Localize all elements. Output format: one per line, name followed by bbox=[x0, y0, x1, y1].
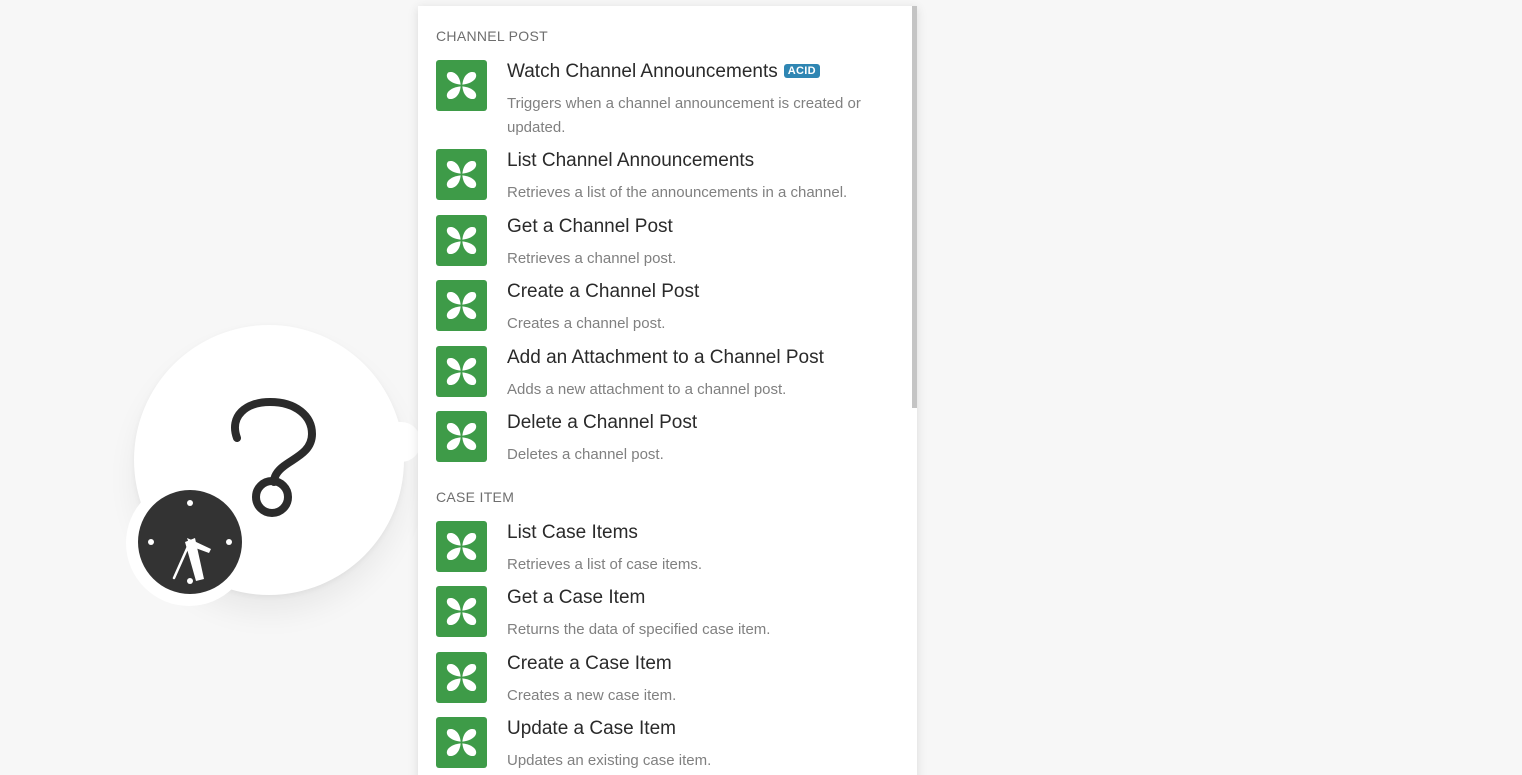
butterfly-icon bbox=[446, 291, 477, 320]
butterfly-icon bbox=[446, 728, 477, 757]
trigger-clock[interactable] bbox=[126, 480, 252, 606]
module-title: Add an Attachment to a Channel Post bbox=[507, 347, 824, 368]
butterfly-icon bbox=[446, 663, 477, 692]
butterfly-icon bbox=[446, 532, 477, 561]
module-description: Deletes a channel post. bbox=[507, 446, 664, 463]
app-icon bbox=[436, 215, 487, 266]
module-title: Create a Case Item bbox=[507, 653, 672, 674]
clock-icon bbox=[138, 490, 242, 594]
app-icon bbox=[436, 411, 487, 462]
butterfly-icon bbox=[446, 71, 477, 100]
scenario-canvas: CHANNEL POST Watch Channel Announcements… bbox=[0, 0, 1522, 775]
module-title: Create a Channel Post bbox=[507, 281, 700, 302]
module-title: Get a Channel Post bbox=[507, 216, 673, 237]
module-description: Adds a new attachment to a channel post. bbox=[507, 381, 787, 398]
module-title: Get a Case Item bbox=[507, 587, 646, 608]
butterfly-icon bbox=[446, 160, 477, 189]
acid-badge: ACID bbox=[783, 64, 820, 78]
module-description: Returns the data of specified case item. bbox=[507, 621, 771, 638]
module-description: Retrieves a list of case items. bbox=[507, 556, 703, 573]
section-header-case-item: CASE ITEM bbox=[436, 489, 515, 505]
module-title: Watch Channel Announcements ACID bbox=[507, 61, 820, 83]
module-description: Creates a channel post. bbox=[507, 315, 666, 332]
app-icon bbox=[436, 346, 487, 397]
module-title: Delete a Channel Post bbox=[507, 412, 698, 433]
app-icon bbox=[436, 652, 487, 703]
module-description: Triggers when a channel announcement is … bbox=[507, 95, 861, 136]
module-description: Retrieves a list of the announcements in… bbox=[507, 184, 848, 201]
app-icon bbox=[436, 149, 487, 200]
module-title: List Case Items bbox=[507, 522, 638, 543]
app-icon bbox=[436, 521, 487, 572]
scrollbar[interactable] bbox=[912, 6, 917, 408]
app-icon bbox=[436, 717, 487, 768]
app-icon bbox=[436, 60, 487, 111]
module-title: List Channel Announcements bbox=[507, 150, 755, 171]
butterfly-icon bbox=[446, 597, 477, 626]
module-description: Updates an existing case item. bbox=[507, 752, 712, 769]
module-title: Update a Case Item bbox=[507, 718, 676, 739]
module-title-text: Watch Channel Announcements bbox=[507, 61, 778, 82]
section-header-channel-post: CHANNEL POST bbox=[436, 28, 548, 44]
butterfly-icon bbox=[446, 226, 477, 255]
module-description: Creates a new case item. bbox=[507, 687, 677, 704]
module-dropdown[interactable]: CHANNEL POST Watch Channel Announcements… bbox=[418, 6, 917, 775]
app-icon bbox=[436, 586, 487, 637]
butterfly-icon bbox=[446, 357, 477, 386]
butterfly-icon bbox=[446, 422, 477, 451]
app-icon bbox=[436, 280, 487, 331]
module-description: Retrieves a channel post. bbox=[507, 250, 677, 267]
